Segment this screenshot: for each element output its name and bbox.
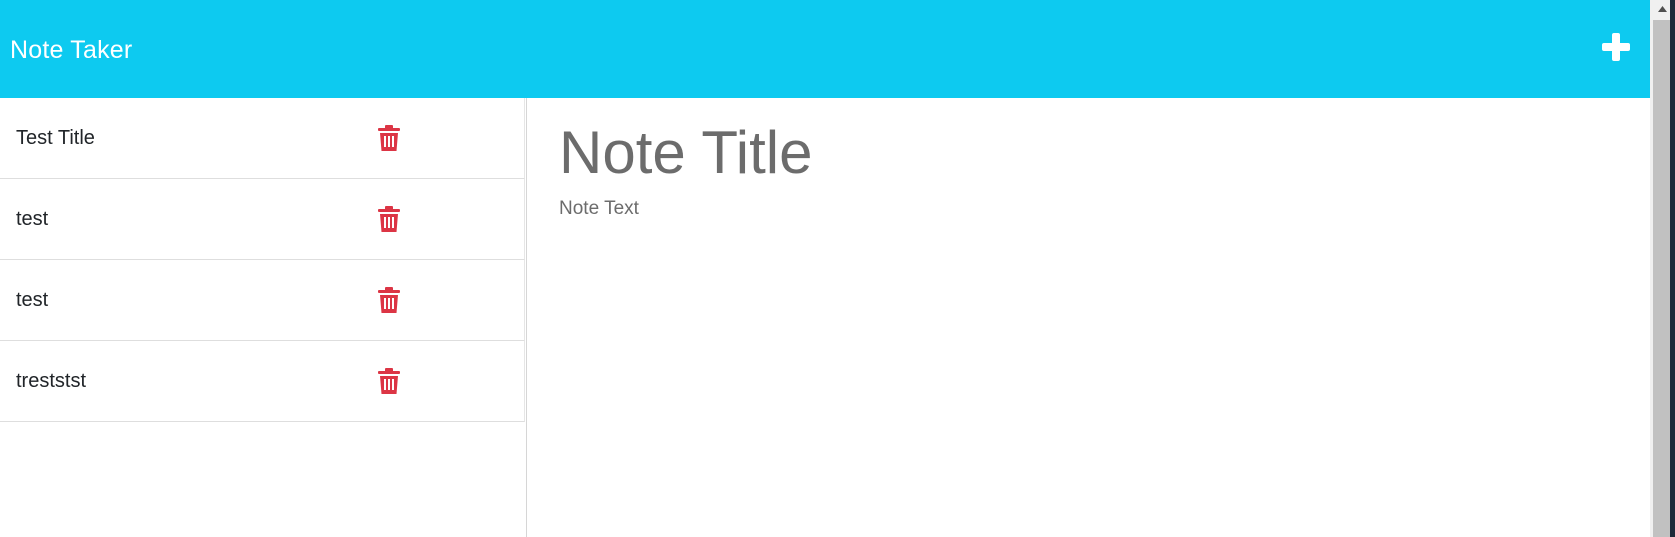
trash-icon[interactable] <box>378 125 400 151</box>
note-list-panel: Test Title test test treststst <box>0 98 527 537</box>
note-editor <box>527 98 1650 537</box>
note-list: Test Title test test treststst <box>0 98 526 422</box>
navbar: Note Taker <box>0 0 1650 98</box>
window-edge <box>1670 0 1675 537</box>
list-item[interactable]: test <box>0 260 525 341</box>
note-item-title: treststst <box>16 370 87 392</box>
new-note-button[interactable] <box>1600 31 1632 63</box>
trash-icon[interactable] <box>378 206 400 232</box>
plus-icon <box>1602 33 1630 61</box>
trash-icon[interactable] <box>378 368 400 394</box>
note-title-input[interactable] <box>559 114 1559 190</box>
note-text-input[interactable] <box>559 198 1559 498</box>
note-item-title: test <box>16 208 49 230</box>
note-item-title: test <box>16 289 49 311</box>
note-item-title: Test Title <box>16 127 95 149</box>
scroll-thumb[interactable] <box>1653 20 1671 537</box>
app-title[interactable]: Note Taker <box>10 33 132 67</box>
list-item[interactable]: Test Title <box>0 98 525 179</box>
list-item[interactable]: test <box>0 179 525 260</box>
list-item[interactable]: treststst <box>0 341 525 422</box>
trash-icon[interactable] <box>378 287 400 313</box>
app-viewport: Note Taker Test Title test test treststs… <box>0 0 1650 537</box>
